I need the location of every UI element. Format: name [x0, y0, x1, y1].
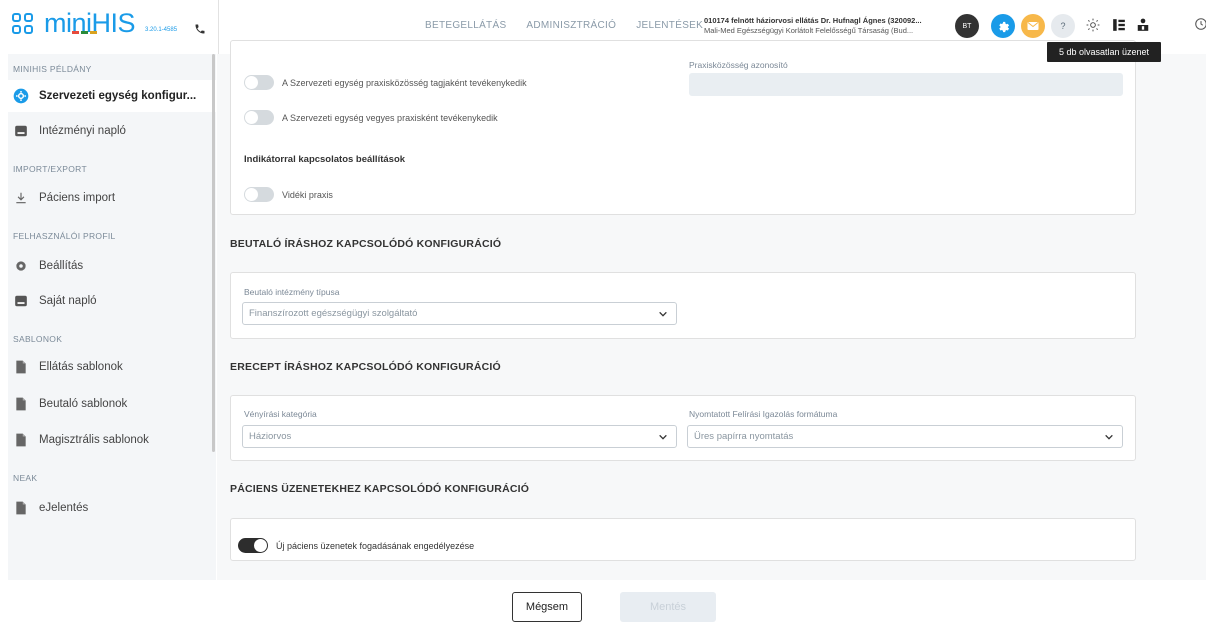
sidebar-item-label: eJelentés — [39, 502, 89, 514]
sidebar-item-ereport[interactable]: eJelentés — [8, 492, 216, 524]
org-tree-icon[interactable] — [1136, 18, 1150, 37]
messages-section-title: PÁCIENS ÜZENETEKHEZ KAPCSOLÓDÓ KONFIGURÁ… — [230, 483, 530, 495]
nav-jelentesek[interactable]: JELENTÉSEK — [636, 20, 703, 31]
print-format-value: Üres papírra nyomtatás — [694, 431, 794, 442]
erecept-section-title: ERECEPT ÍRÁSHOZ KAPCSOLÓDÓ KONFIGURÁCIÓ — [230, 361, 501, 373]
settings-button[interactable] — [991, 14, 1015, 38]
referral-type-select[interactable]: Finanszírozott egészségügyi szolgáltató — [242, 302, 677, 325]
organization-selector[interactable]: 010174 felnött háziorvosi ellátás Dr. Hu… — [704, 16, 954, 36]
logo-bars — [72, 31, 97, 34]
sidebar-section-profile: FELHASZNÁLÓI PROFIL — [13, 231, 116, 241]
sidebar-item-patient-import[interactable]: Páciens import — [8, 182, 216, 214]
practice-community-toggle[interactable] — [244, 75, 274, 90]
envelope-icon — [1027, 22, 1039, 30]
org-line1: 010174 felnött háziorvosi ellátás Dr. Hu… — [704, 16, 922, 25]
print-format-label: Nyomtatott Felírási Igazolás formátuma — [689, 409, 838, 419]
app-version: 3.20.1-4585 — [145, 27, 178, 33]
top-navigation: BETEGELLÁTÁS ADMINISZTRÁCIÓ JELENTÉSEK — [425, 20, 703, 31]
mixed-practice-toggle[interactable] — [244, 110, 274, 125]
prescription-category-select[interactable]: Háziorvos — [242, 425, 677, 448]
chevron-down-icon — [1104, 432, 1114, 445]
sidebar-item-care-templates[interactable]: Ellátás sablonok — [8, 351, 216, 383]
sidebar-item-label: Saját napló — [39, 295, 97, 307]
chevron-down-icon — [658, 432, 668, 445]
prescription-category-value: Háziorvos — [249, 431, 292, 442]
help-button[interactable]: ? — [1051, 14, 1075, 38]
org-line2: Mali-Med Egészségügyi Korlátolt Felelőss… — [704, 26, 914, 35]
messages-card — [230, 518, 1136, 561]
sidebar-item-label: Magisztrális sablonok — [39, 434, 149, 446]
sidebar-item-label: Ellátás sablonok — [39, 361, 123, 373]
phone-icon[interactable] — [194, 22, 206, 40]
sidebar-item-settings[interactable]: Beállítás — [8, 250, 216, 282]
sidebar-section-import: IMPORT/EXPORT — [13, 164, 87, 174]
user-avatar[interactable]: BT — [955, 14, 979, 38]
rural-practice-toggle[interactable] — [244, 187, 274, 202]
prescription-category-label: Vényírási kategória — [244, 409, 317, 419]
sidebar-item-own-log[interactable]: Saját napló — [8, 285, 216, 317]
sidebar-item-label: Intézményi napló — [39, 125, 126, 137]
document-icon — [13, 432, 29, 448]
nav-adminisztracio[interactable]: ADMINISZTRÁCIÓ — [526, 20, 616, 31]
document-icon — [13, 500, 29, 516]
referral-section-title: BEUTALÓ ÍRÁSHOZ KAPCSOLÓDÓ KONFIGURÁCIÓ — [230, 238, 502, 250]
document-icon — [13, 359, 29, 375]
sidebar-item-referral-templates[interactable]: Beutaló sablonok — [8, 388, 216, 420]
patient-messages-label: Új páciens üzenetek fogadásának engedély… — [276, 541, 475, 551]
print-format-select[interactable]: Üres papírra nyomtatás — [687, 425, 1123, 448]
layout-icon[interactable] — [1112, 18, 1126, 37]
practice-community-label: A Szervezeti egység praxisközösség tagja… — [282, 78, 527, 88]
log-icon — [13, 293, 29, 309]
community-id-field[interactable] — [689, 73, 1123, 96]
sidebar-scrollbar[interactable] — [212, 54, 215, 452]
sidebar-section-minihis: MINIHIS PÉLDÁNY — [13, 64, 92, 74]
save-button[interactable]: Mentés — [620, 592, 716, 622]
log-icon — [13, 123, 29, 139]
sun-icon[interactable] — [1086, 18, 1100, 37]
clock-icon[interactable] — [1194, 16, 1206, 37]
nav-betegellatas[interactable]: BETEGELLÁTÁS — [425, 20, 506, 31]
logo-mark-icon — [12, 13, 33, 34]
sidebar: MINIHIS PÉLDÁNY Szervezeti egység konfig… — [8, 54, 216, 580]
patient-messages-toggle[interactable] — [238, 538, 268, 553]
gear-icon — [13, 258, 29, 274]
sidebar-item-label: Beállítás — [39, 260, 84, 272]
footer-bar — [0, 580, 1206, 623]
rural-practice-label: Vidéki praxis — [282, 190, 333, 200]
indicator-heading: Indikátorral kapcsolatos beállítások — [244, 154, 406, 165]
sidebar-item-label: Páciens import — [39, 192, 116, 204]
referral-type-label: Beutaló intézmény típusa — [244, 287, 340, 297]
unread-messages-tooltip: 5 db olvasatlan üzenet — [1047, 42, 1161, 62]
cancel-button[interactable]: Mégsem — [512, 592, 582, 622]
practice-settings-card — [230, 40, 1136, 215]
sidebar-item-label: Szervezeti egység konfigur... — [39, 90, 197, 102]
sidebar-section-neak: NEAK — [13, 473, 38, 483]
topbar-divider — [218, 0, 219, 54]
gear-icon — [999, 21, 1010, 33]
mixed-practice-label: A Szervezeti egység vegyes praxisként te… — [282, 113, 498, 123]
sidebar-item-magistral-templates[interactable]: Magisztrális sablonok — [8, 424, 216, 456]
sidebar-item-org-config[interactable]: Szervezeti egység konfigur... — [8, 80, 216, 112]
sidebar-section-templates: SABLONOK — [13, 334, 63, 344]
download-icon — [13, 190, 29, 206]
document-icon — [13, 396, 29, 412]
gear-icon — [13, 88, 29, 104]
referral-type-value: Finanszírozott egészségügyi szolgáltató — [249, 308, 418, 319]
sidebar-item-inst-log[interactable]: Intézményi napló — [8, 115, 216, 147]
sidebar-item-label: Beutaló sablonok — [39, 398, 128, 410]
community-id-label: Praxisközösség azonosító — [689, 60, 788, 70]
chevron-down-icon — [658, 309, 668, 322]
messages-button[interactable] — [1021, 14, 1045, 38]
